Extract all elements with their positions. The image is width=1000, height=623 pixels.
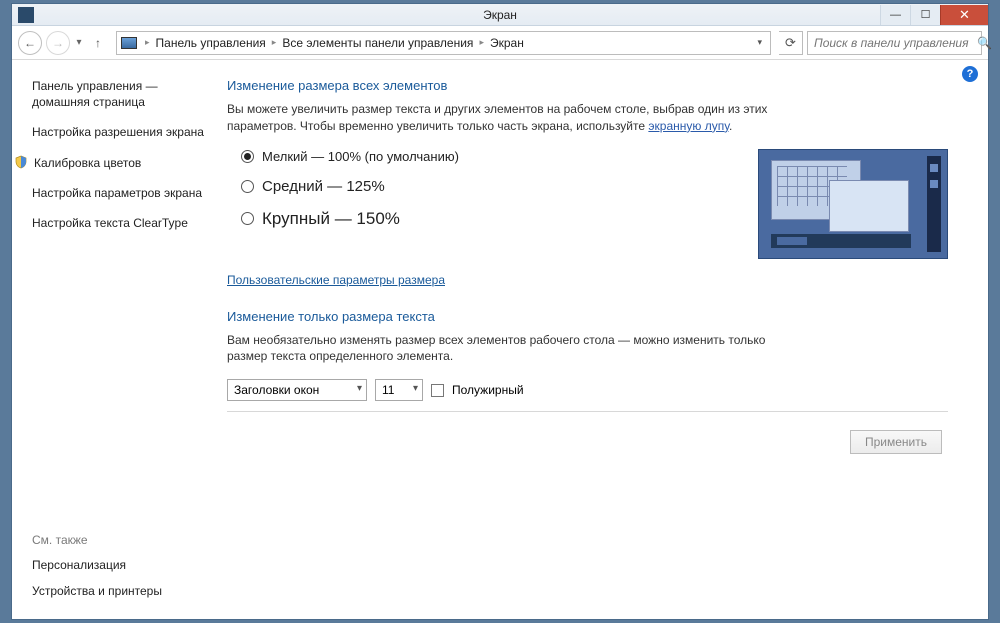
minimize-button[interactable]: — <box>880 5 910 25</box>
refresh-button[interactable]: ⟳ <box>779 31 803 55</box>
radio-large[interactable]: Крупный — 150% <box>241 209 459 229</box>
window-title: Экран <box>12 8 988 22</box>
window-buttons: — ☐ ✕ <box>880 5 988 25</box>
section-description: Вы можете увеличить размер текста и друг… <box>227 101 787 135</box>
size-radio-group: Мелкий — 100% (по умолчанию) Средний — 1… <box>227 149 459 243</box>
history-dropdown-icon[interactable]: ▾ <box>74 37 84 48</box>
apply-button[interactable]: Применить <box>850 430 942 454</box>
radio-icon <box>241 150 254 163</box>
up-button[interactable]: ↑ <box>88 33 108 53</box>
breadcrumb[interactable]: Все элементы панели управления <box>282 36 473 50</box>
sidebar: Панель управления — домашняя страница На… <box>12 60 217 619</box>
radio-label: Крупный — 150% <box>262 209 400 229</box>
app-icon <box>18 7 34 23</box>
preview-image <box>758 149 948 259</box>
breadcrumb-sep-icon: ▸ <box>145 37 150 48</box>
shield-icon <box>14 155 28 169</box>
sidebar-item-home[interactable]: Панель управления — домашняя страница <box>32 78 207 110</box>
bold-label: Полужирный <box>452 383 524 397</box>
titlebar: Экран — ☐ ✕ <box>12 4 988 26</box>
sidebar-footer-personalization[interactable]: Персонализация <box>32 557 207 573</box>
radio-medium[interactable]: Средний — 125% <box>241 178 459 195</box>
divider <box>227 411 948 412</box>
sidebar-footer-devices[interactable]: Устройства и принтеры <box>32 583 207 599</box>
search-icon[interactable]: 🔍 <box>977 36 992 50</box>
section-heading: Изменение только размера текста <box>227 309 948 324</box>
maximize-button[interactable]: ☐ <box>910 5 940 25</box>
font-size-select[interactable]: 11 <box>375 379 423 401</box>
address-bar[interactable]: ▸ Панель управления ▸ Все элементы панел… <box>116 31 771 55</box>
sidebar-item-display-settings[interactable]: Настройка параметров экрана <box>32 185 207 201</box>
address-dropdown-icon[interactable]: ▾ <box>753 37 766 48</box>
main-panel: Изменение размера всех элементов Вы може… <box>217 60 988 619</box>
breadcrumb[interactable]: Экран <box>490 36 524 50</box>
back-button[interactable]: ← <box>18 31 42 55</box>
bold-checkbox[interactable] <box>431 384 444 397</box>
nav-bar: ← → ▾ ↑ ▸ Панель управления ▸ Все элемен… <box>12 26 988 60</box>
search-input[interactable] <box>814 36 971 50</box>
radio-icon <box>241 180 254 193</box>
radio-label: Средний — 125% <box>262 178 385 195</box>
radio-icon <box>241 212 254 225</box>
text-size-controls: Заголовки окон 11 Полужирный <box>227 379 948 401</box>
forward-button[interactable]: → <box>46 31 70 55</box>
sidebar-item-calibrate[interactable]: Калибровка цветов <box>34 155 141 171</box>
magnifier-link[interactable]: экранную лупу <box>648 119 729 133</box>
section-heading: Изменение размера всех элементов <box>227 78 948 93</box>
breadcrumb-sep-icon: ▸ <box>272 37 277 48</box>
close-button[interactable]: ✕ <box>940 5 988 25</box>
section-description: Вам необязательно изменять размер всех э… <box>227 332 787 366</box>
radio-label: Мелкий — 100% (по умолчанию) <box>262 149 459 164</box>
see-also-heading: См. также <box>32 533 207 547</box>
search-box[interactable]: 🔍 <box>807 31 982 55</box>
element-select[interactable]: Заголовки окон <box>227 379 367 401</box>
breadcrumb[interactable]: Панель управления <box>156 36 266 50</box>
sidebar-item-cleartype[interactable]: Настройка текста ClearType <box>32 215 207 231</box>
breadcrumb-sep-icon: ▸ <box>479 37 484 48</box>
content-area: ? Панель управления — домашняя страница … <box>12 60 988 619</box>
location-icon <box>121 37 137 49</box>
custom-size-link[interactable]: Пользовательские параметры размера <box>227 273 445 287</box>
radio-small[interactable]: Мелкий — 100% (по умолчанию) <box>241 149 459 164</box>
sidebar-item-resolution[interactable]: Настройка разрешения экрана <box>32 124 207 140</box>
window-frame: Экран — ☐ ✕ ← → ▾ ↑ ▸ Панель управления … <box>11 3 989 620</box>
